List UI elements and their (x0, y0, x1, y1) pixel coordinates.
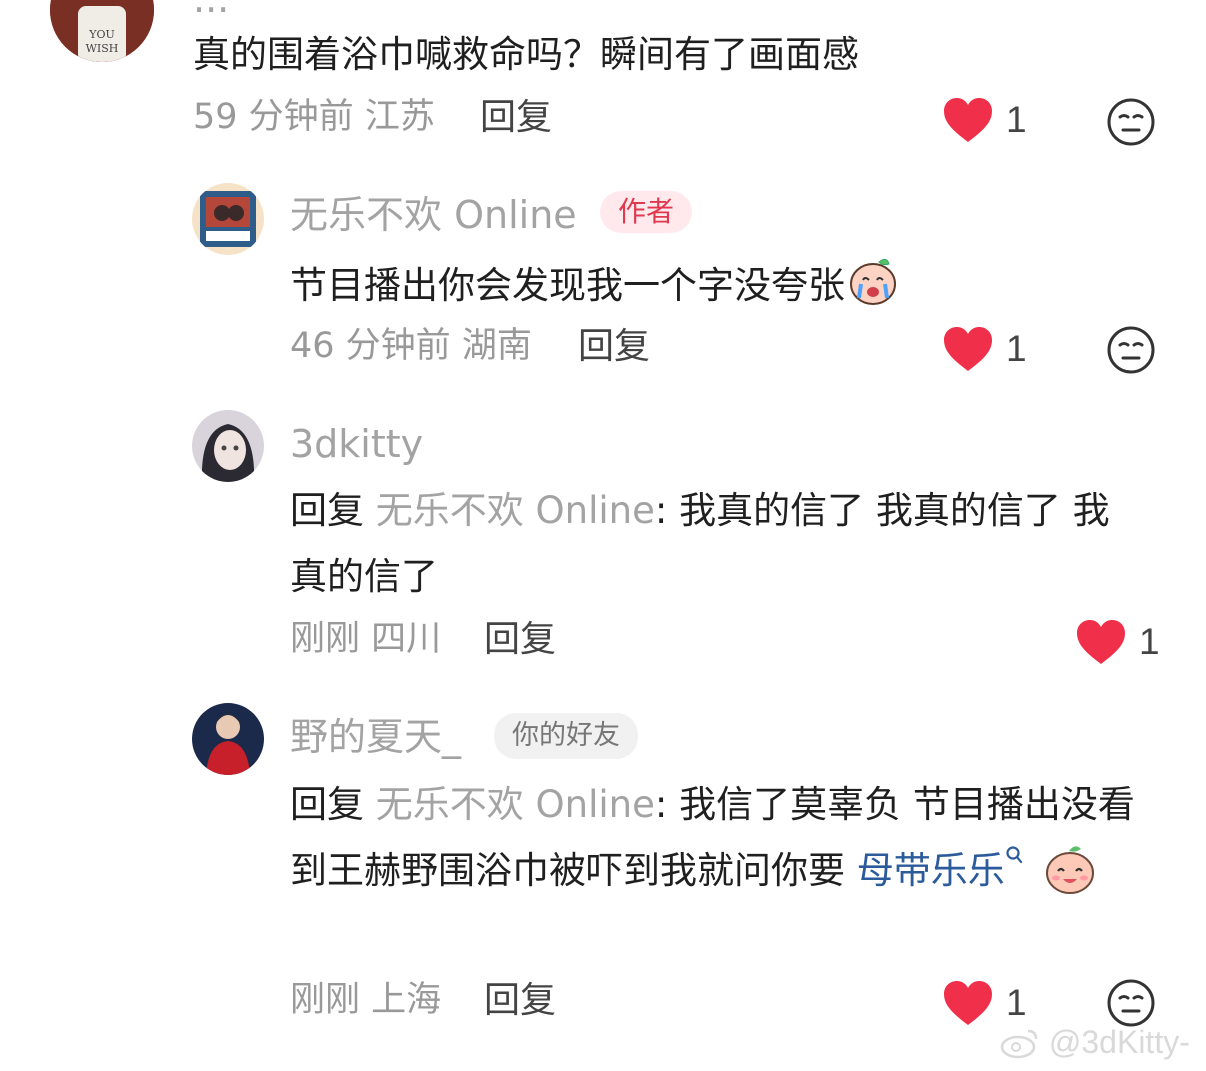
comment-time: 刚刚 (290, 619, 361, 659)
like-button[interactable]: 1 (942, 979, 1027, 1027)
comment-author-name[interactable]: ... (193, 0, 229, 18)
comment-author-name[interactable]: 野的夏天_ (290, 718, 461, 756)
friend-badge: 你的好友 (494, 713, 638, 759)
avatar[interactable]: YOU WISH (50, 0, 154, 62)
like-count: 1 (1006, 99, 1027, 140)
meh-face-icon (1107, 98, 1155, 146)
heart-icon (944, 327, 992, 371)
comment-meta: 刚刚 上海 (290, 983, 441, 1018)
comment-time: 46 分钟前 (290, 326, 451, 366)
weibo-watermark: @3dKitty- (1000, 1024, 1190, 1061)
heart-icon (1077, 620, 1125, 664)
comment-author-name[interactable]: 3dkitty (290, 425, 423, 463)
like-button[interactable]: 1 (1075, 618, 1160, 666)
comment-meta: 46 分钟前 湖南 (290, 329, 532, 364)
reply-to-username[interactable]: 无乐不欢 Online (376, 783, 655, 826)
comment-time: 59 分钟前 (193, 97, 354, 137)
reply-to-username[interactable]: 无乐不欢 Online (376, 489, 655, 532)
comment-text: 回复 无乐不欢 Online: 我真的信了 我真的信了 我真的信了 (290, 489, 1110, 598)
like-count: 1 (1006, 982, 1027, 1023)
search-icon (1006, 846, 1022, 864)
comment-time: 刚刚 (290, 980, 361, 1020)
reply-button[interactable]: 回复 (484, 983, 556, 1019)
heart-icon (944, 98, 992, 142)
svg-text:WISH: WISH (86, 42, 119, 55)
peach-sticker-icon (1045, 846, 1094, 894)
like-button[interactable]: 1 (942, 96, 1027, 144)
meh-face-icon (1107, 326, 1155, 374)
comment-location: 江苏 (364, 97, 435, 137)
svg-text:YOU: YOU (88, 28, 115, 41)
comment-text: 真的围着浴巾喊救命吗？瞬间有了画面感 (193, 33, 859, 76)
comment-text: 节目播出你会发现我一个字没夸张 (290, 252, 1110, 319)
comment-location: 四川 (371, 619, 442, 659)
search-link[interactable]: 母带乐乐 (857, 846, 1023, 892)
heart-icon (944, 981, 992, 1025)
comment-author-name[interactable]: 无乐不欢 Online (290, 196, 577, 234)
author-badge: 作者 (600, 191, 693, 233)
meh-face-icon (1107, 979, 1155, 1027)
comment-meta: 刚刚 四川 (290, 622, 441, 657)
reply-button[interactable]: 回复 (484, 622, 556, 658)
comment-location: 上海 (371, 980, 442, 1020)
reply-button[interactable]: 回复 (578, 329, 650, 365)
reply-button[interactable]: 回复 (480, 100, 552, 136)
dislike-button[interactable] (1106, 325, 1156, 379)
avatar[interactable] (192, 703, 264, 775)
like-count: 1 (1006, 328, 1027, 369)
crying-sticker-icon (850, 258, 896, 305)
comment-meta: 59 分钟前 江苏 (193, 100, 435, 135)
dislike-button[interactable] (1106, 97, 1156, 151)
like-button[interactable]: 1 (942, 325, 1027, 373)
avatar[interactable] (192, 410, 264, 482)
comment-location: 湖南 (461, 326, 532, 366)
avatar[interactable] (192, 183, 264, 255)
comment-text: 回复 无乐不欢 Online: 我信了莫辜负 节目播出没看到王赫野围浴巾被吓到我… (290, 772, 1135, 904)
weibo-logo-icon (1000, 1029, 1038, 1059)
like-count: 1 (1139, 621, 1160, 662)
